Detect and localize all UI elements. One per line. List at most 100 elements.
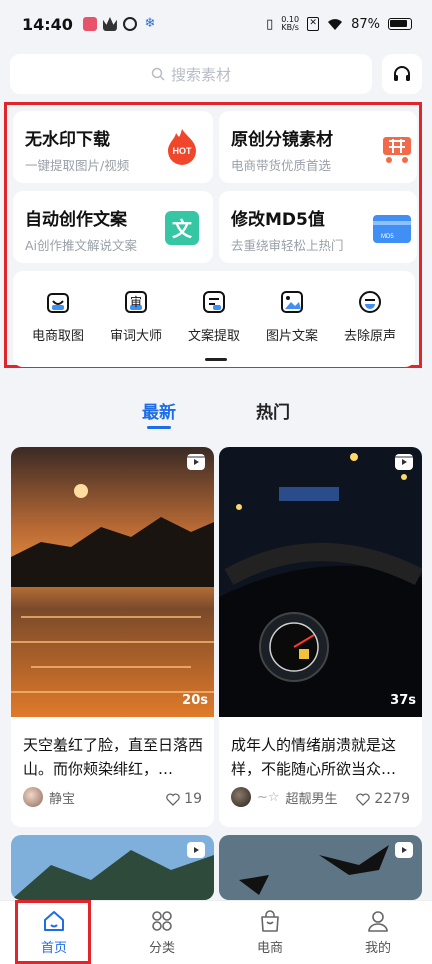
quick-item-label: 图片文案: [265, 329, 318, 344]
tool-card-title: 原创分镜素材: [231, 130, 333, 150]
grid-icon: [152, 911, 172, 931]
tool-card-auto-copywriting[interactable]: 自动创作文案 Ai创作推文解说文案 文: [13, 191, 213, 263]
status-bar: 14:40 ❄ ▯ 0.10 KB/s ✕ 87%: [0, 0, 432, 48]
nav-label: 分类: [148, 941, 175, 956]
video-icon: [395, 842, 413, 858]
feed-tabs: 最新 热门: [0, 398, 432, 432]
tool-card-modify-md5[interactable]: 修改MD5值 去重绕审轻松上热门 MD5: [219, 191, 417, 263]
mute-icon: [359, 291, 381, 313]
network-speed: 0.10 KB/s: [281, 15, 300, 32]
video-duration: 20s: [182, 693, 208, 708]
sim-icon: ✕: [307, 17, 320, 31]
search-icon: [151, 67, 165, 81]
quick-item-audit-words[interactable]: 审 审词大师: [97, 271, 175, 367]
author-prefix: ~☆: [257, 789, 280, 805]
tool-card-original-storyboard[interactable]: 原创分镜素材 电商带货优质首选: [219, 111, 417, 183]
tool-card-no-watermark[interactable]: 无水印下载 一键提取图片/视频 HOT: [13, 111, 213, 183]
text-icon: 文: [165, 211, 199, 245]
nav-label: 我的: [364, 941, 391, 956]
crown-icon: [102, 17, 117, 31]
text-extract-icon: [203, 291, 225, 313]
search-row: 搜索素材: [10, 54, 422, 94]
home-highlight-box: [15, 900, 91, 964]
user-icon: [368, 911, 388, 932]
notification-icons: ❄: [82, 16, 157, 31]
battery-percent: 87%: [351, 16, 380, 32]
author-name: 超靓男生: [285, 791, 338, 807]
video-thumbnail: [11, 447, 214, 717]
quick-item-image-text[interactable]: 图片文案: [253, 271, 331, 367]
feed-author: 静宝: [23, 787, 75, 807]
svg-text:HOT: HOT: [173, 146, 193, 156]
quick-tools-row: 电商取图 审 审词大师 文案提取 图片文案 去除原声: [13, 271, 415, 367]
shopping-bag-icon: [261, 910, 279, 932]
shopping-cart-icon: [383, 137, 411, 163]
audit-icon: 审: [125, 291, 147, 313]
feed-caption: 成年人的情绪崩溃就是这样，不能随心所欲当众…: [231, 736, 397, 778]
customer-service-button[interactable]: [382, 54, 422, 94]
tool-card-title: 自动创作文案: [25, 210, 127, 230]
tab-hot[interactable]: 热门: [256, 398, 290, 423]
nav-profile[interactable]: 我的: [324, 901, 432, 964]
snowflake-icon: ❄: [144, 16, 156, 31]
video-thumbnail: [11, 835, 214, 900]
feed-card[interactable]: 37s 成年人的情绪崩溃就是这样，不能随心所欲当众… ~☆ 超靓男生 2279: [219, 447, 422, 827]
video-thumbnail: [219, 447, 422, 717]
heart-icon: [356, 792, 371, 806]
tool-card-title: 无水印下载: [25, 130, 110, 150]
scroll-indicator: [205, 358, 227, 361]
like-count: 2279: [374, 791, 410, 807]
active-tab-underline: [147, 426, 171, 429]
nav-category[interactable]: 分类: [108, 901, 216, 964]
svg-text:文: 文: [172, 217, 193, 241]
video-icon: [187, 842, 205, 858]
quick-item-remove-audio[interactable]: 去除原声: [331, 271, 409, 367]
quick-item-label: 文案提取: [187, 329, 240, 344]
wifi-icon: [328, 19, 343, 30]
quick-item-ecommerce-image[interactable]: 电商取图: [19, 271, 97, 367]
sync-icon: [122, 17, 137, 31]
like-count: 19: [184, 791, 202, 807]
feed-author: ~☆ 超靓男生: [231, 787, 338, 807]
hot-flame-icon: HOT: [168, 129, 196, 165]
svg-text:MD5: MD5: [381, 234, 394, 240]
feed-card[interactable]: [219, 835, 422, 900]
tool-card-subtitle: 一键提取图片/视频: [25, 158, 130, 173]
nav-ecommerce[interactable]: 电商: [216, 901, 324, 964]
image-icon: [281, 291, 303, 313]
quick-item-text-extract[interactable]: 文案提取: [175, 271, 253, 367]
tab-latest[interactable]: 最新: [142, 398, 176, 423]
feed-card[interactable]: 20s 天空羞红了脸，直至日落西山。而你颊染绯红，… 静宝 19: [11, 447, 214, 827]
app-notification-icon: [82, 17, 97, 31]
headset-icon: [394, 66, 410, 81]
video-thumbnail: [219, 835, 422, 900]
search-input[interactable]: 搜索素材: [10, 54, 372, 94]
nav-label: 电商: [256, 941, 283, 956]
battery-icon: [388, 18, 412, 30]
video-duration: 37s: [390, 693, 416, 708]
tool-card-title: 修改MD5值: [231, 210, 325, 230]
feed-likes[interactable]: 2279: [356, 791, 410, 807]
tool-card-subtitle: Ai创作推文解说文案: [25, 238, 138, 253]
heart-icon: [166, 792, 180, 806]
card-icon: MD5: [373, 215, 411, 243]
feed-caption: 天空羞红了脸，直至日落西山。而你颊染绯红，…: [23, 736, 204, 778]
quick-item-label: 审词大师: [109, 329, 162, 344]
tool-section: 无水印下载 一键提取图片/视频 HOT 原创分镜素材 电商带货优质首选 自动创作…: [4, 102, 422, 368]
tool-card-subtitle: 去重绕审轻松上热门: [231, 238, 344, 253]
status-time: 14:40: [22, 14, 73, 34]
feed-card[interactable]: [11, 835, 214, 900]
avatar: [231, 787, 251, 807]
status-right: ▯ 0.10 KB/s ✕ 87%: [266, 16, 412, 32]
video-icon: [395, 454, 413, 470]
video-icon: [187, 454, 205, 470]
svg-text:审: 审: [130, 294, 142, 309]
vibrate-icon: ▯: [266, 16, 274, 32]
feed-likes[interactable]: 19: [166, 791, 202, 807]
avatar: [23, 787, 43, 807]
search-placeholder: 搜索素材: [170, 65, 231, 84]
quick-item-label: 电商取图: [31, 329, 84, 344]
tool-card-subtitle: 电商带货优质首选: [231, 158, 332, 173]
quick-item-label: 去除原声: [343, 329, 396, 344]
bag-icon: [47, 293, 69, 313]
